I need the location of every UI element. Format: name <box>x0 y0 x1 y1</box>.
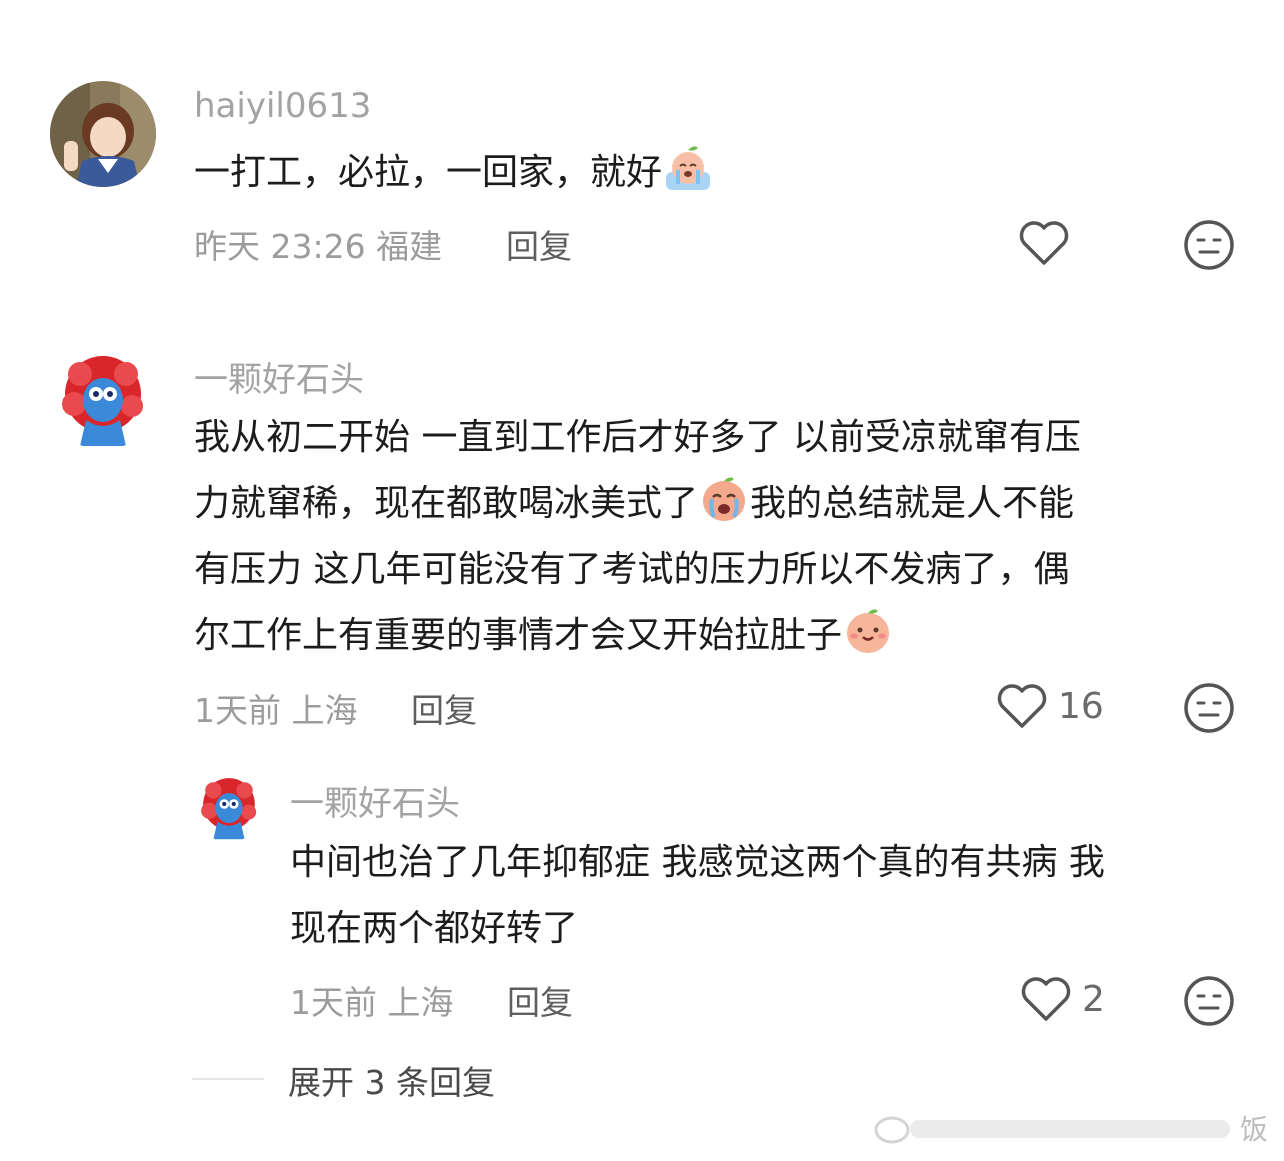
heart-icon <box>997 684 1047 728</box>
dislike-button[interactable] <box>1183 682 1235 738</box>
location: 福建 <box>376 227 443 266</box>
comment-meta: 1天前 上海 <box>290 976 454 1024</box>
reply-button[interactable]: 回复 <box>507 976 573 1024</box>
like-count: 2 <box>1082 978 1105 1020</box>
expand-replies-button[interactable]: 展开 3 条回复 <box>288 1056 495 1104</box>
username[interactable]: 一颗好石头 <box>290 776 460 825</box>
neutral-face-icon <box>1184 220 1234 270</box>
heart-icon <box>1019 221 1069 265</box>
comment-meta: 1天前 上海 <box>194 684 358 732</box>
neutral-face-icon <box>1184 976 1234 1026</box>
reply-button[interactable]: 回复 <box>506 220 572 268</box>
neutral-face-icon <box>1184 683 1234 733</box>
comment-meta: 昨天 23:26 福建 <box>194 220 442 268</box>
avatar-yikehaoshitou[interactable] <box>50 344 156 450</box>
dislike-button[interactable] <box>1183 219 1235 275</box>
like-button[interactable]: 16 <box>996 682 1104 730</box>
crying-peach-emoji <box>666 146 711 190</box>
comment-text: 中间也治了几年抑郁症 我感觉这两个真的有共病 我 现在两个都好转了 <box>290 842 1105 949</box>
location: 上海 <box>291 691 358 730</box>
like-count: 16 <box>1058 685 1104 727</box>
avatar-haiyil[interactable] <box>50 81 156 187</box>
timestamp: 1天前 <box>290 983 377 1022</box>
like-button[interactable] <box>1018 219 1080 267</box>
timestamp: 昨天 23:26 <box>194 227 366 266</box>
smiling-peach-emoji <box>847 609 890 653</box>
watermark-text: 饭 <box>1240 1113 1269 1146</box>
avatar-yikehaoshitou[interactable] <box>193 770 265 842</box>
crying-peach-emoji <box>703 477 746 521</box>
username[interactable]: 一颗好石头 <box>194 352 364 401</box>
timestamp: 1天前 <box>194 691 281 730</box>
comment-text: 我从初二开始 一直到工作后才好多了 以前受凉就窜有压 力就窜稀，现在都敢喝冰美式… <box>194 417 1081 656</box>
dislike-button[interactable] <box>1183 975 1235 1031</box>
watermark-logo <box>874 1116 1230 1144</box>
username[interactable]: haiyil0613 <box>194 86 371 126</box>
expand-divider <box>192 1078 264 1080</box>
comment-text: 一打工，必拉，一回家，就好 <box>194 140 714 206</box>
reply-button[interactable]: 回复 <box>411 684 477 732</box>
heart-icon <box>1021 977 1071 1021</box>
like-button[interactable]: 2 <box>1020 975 1105 1023</box>
location: 上海 <box>387 983 454 1022</box>
